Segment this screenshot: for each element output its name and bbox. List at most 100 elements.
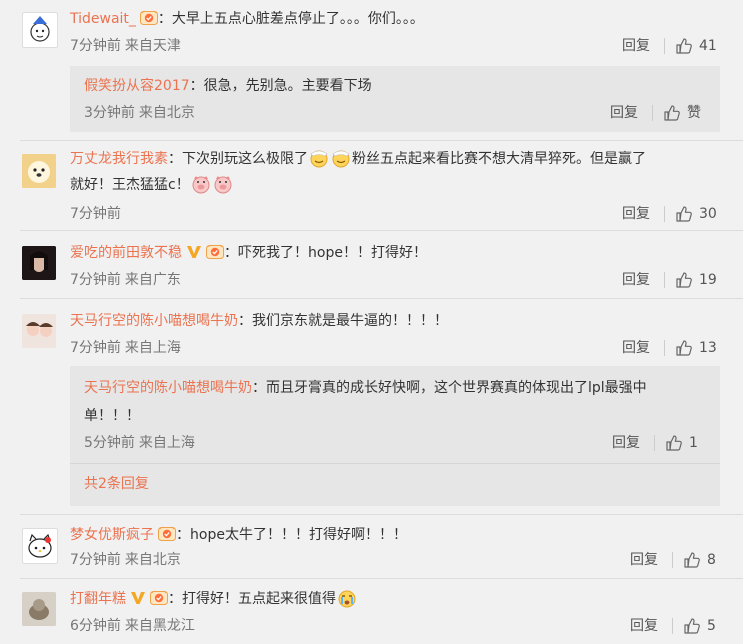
avatar[interactable]	[22, 528, 58, 564]
reply-text: 而且牙膏真的成长好快啊，这个世界赛真的体现出了lpl最强中	[266, 380, 647, 396]
like-button[interactable]: 5	[683, 616, 716, 636]
comment-time: 7分钟前	[70, 340, 121, 356]
comment-text-line2: 就好！王杰猛猛c！	[70, 177, 190, 193]
fan-badge-icon	[150, 590, 168, 606]
comment-time: 7分钟前	[70, 552, 121, 568]
crying-emoji-icon	[336, 588, 358, 608]
username[interactable]: Tidewait_	[70, 11, 136, 27]
like-count: 19	[699, 272, 717, 288]
vip-icon	[186, 245, 202, 259]
thumbs-up-icon	[665, 434, 683, 452]
comment-location: 来自北京	[124, 552, 181, 568]
like-button[interactable]: 13	[675, 338, 717, 358]
grin-emoji-icon	[330, 148, 352, 168]
reply-text: 很急，先别急。主要看下场	[203, 78, 372, 94]
comment-time: 6分钟前	[70, 618, 121, 634]
like-button[interactable]: 8	[683, 550, 716, 570]
like-count: 30	[699, 206, 717, 222]
divider	[672, 618, 673, 634]
thumbs-up-icon	[663, 104, 681, 122]
like-button[interactable]: 1	[665, 433, 698, 453]
thumbs-up-icon	[683, 551, 701, 569]
username[interactable]: 爱吃的前田敦不稳	[70, 245, 182, 261]
thumbs-up-icon	[675, 339, 693, 357]
reply-button[interactable]: 回复	[622, 338, 650, 358]
grin-emoji-icon	[308, 148, 330, 168]
avatar[interactable]	[22, 12, 58, 48]
reply-button[interactable]: 回复	[622, 270, 650, 290]
divider	[20, 514, 743, 515]
thumbs-up-icon	[683, 617, 701, 635]
divider	[664, 206, 665, 222]
reply-button[interactable]: 回复	[630, 616, 658, 636]
reply-button[interactable]: 回复	[610, 103, 638, 123]
divider	[672, 552, 673, 568]
reply-button[interactable]: 回复	[612, 433, 640, 453]
comment-text: 下次别玩这么极限了	[182, 151, 308, 167]
fan-badge-icon	[140, 10, 158, 26]
divider	[20, 578, 743, 579]
like-count: 5	[707, 618, 716, 634]
divider	[654, 435, 655, 451]
like-button[interactable]: 赞	[663, 103, 701, 123]
like-button[interactable]: 30	[675, 204, 717, 224]
comment-text: 我们京东就是最牛逼的！！！！	[252, 313, 448, 329]
pig-emoji-icon	[190, 174, 212, 194]
comment-time: 7分钟前	[70, 272, 121, 288]
fan-badge-icon	[206, 244, 224, 260]
reply-username[interactable]: 假笑扮从容2017	[84, 78, 190, 94]
reply-button[interactable]: 回复	[622, 36, 650, 56]
comment-location: 来自广东	[124, 272, 181, 288]
fan-badge-icon	[158, 526, 176, 542]
divider	[664, 272, 665, 288]
avatar[interactable]	[22, 314, 56, 348]
reply-time: 3分钟前	[84, 105, 135, 121]
divider	[20, 230, 743, 231]
username[interactable]: 天马行空的陈小喵想喝牛奶	[70, 313, 238, 329]
reply-box: 天马行空的陈小喵想喝牛奶：而且牙膏真的成长好快啊，这个世界赛真的体现出了lpl最…	[70, 366, 720, 506]
avatar[interactable]	[22, 592, 56, 626]
divider	[664, 340, 665, 356]
like-count: 1	[689, 435, 698, 451]
reply-box: 假笑扮从容2017：很急，先别急。主要看下场 3分钟前 来自北京 回复 赞	[70, 66, 720, 132]
divider	[20, 140, 743, 141]
like-count: 13	[699, 340, 717, 356]
comment-text: 大早上五点心脏差点停止了。。。你们。。。	[171, 11, 424, 27]
thumbs-up-icon	[675, 205, 693, 223]
comment-time: 7分钟前	[70, 206, 121, 222]
like-button[interactable]: 19	[675, 270, 717, 290]
comment-location: 来自黑龙江	[124, 618, 195, 634]
reply-time: 5分钟前	[84, 435, 135, 451]
divider	[664, 38, 665, 54]
username[interactable]: 万丈龙我行我素	[70, 151, 168, 167]
comment-location: 来自上海	[124, 340, 181, 356]
reply-button[interactable]: 回复	[622, 204, 650, 224]
reply-text-line2: 单！！！	[84, 408, 140, 424]
reply-location: 来自上海	[138, 435, 195, 451]
comment-text: hope太牛了！！！打得好啊！！！	[190, 527, 407, 543]
thumbs-up-icon	[675, 271, 693, 289]
divider	[70, 463, 720, 464]
comment-text: 打得好！五点起来很值得	[182, 591, 336, 607]
vip-icon	[130, 591, 146, 605]
reply-username[interactable]: 天马行空的陈小喵想喝牛奶	[84, 380, 252, 396]
avatar[interactable]	[22, 154, 56, 188]
like-count: 8	[707, 552, 716, 568]
pig-emoji-icon	[212, 174, 234, 194]
comment-time: 7分钟前	[70, 38, 121, 54]
thumbs-up-icon	[675, 37, 693, 55]
avatar[interactable]	[22, 246, 56, 280]
reply-location: 来自北京	[138, 105, 195, 121]
reply-button[interactable]: 回复	[630, 550, 658, 570]
comment-location: 来自天津	[124, 38, 181, 54]
like-label: 赞	[687, 105, 701, 121]
divider	[652, 105, 653, 121]
like-count: 41	[699, 38, 717, 54]
comment-text: 吓死我了！hope！！打得好！	[238, 245, 427, 261]
username[interactable]: 打翻年糕	[70, 591, 126, 607]
username[interactable]: 梦女优斯疯子	[70, 527, 154, 543]
view-all-replies-link[interactable]: 共2条回复	[84, 476, 149, 492]
like-button[interactable]: 41	[675, 36, 717, 56]
divider	[20, 298, 743, 299]
comment-text-cont: 粉丝五点起来看比赛不想大清早猝死。但是赢了	[352, 151, 646, 167]
